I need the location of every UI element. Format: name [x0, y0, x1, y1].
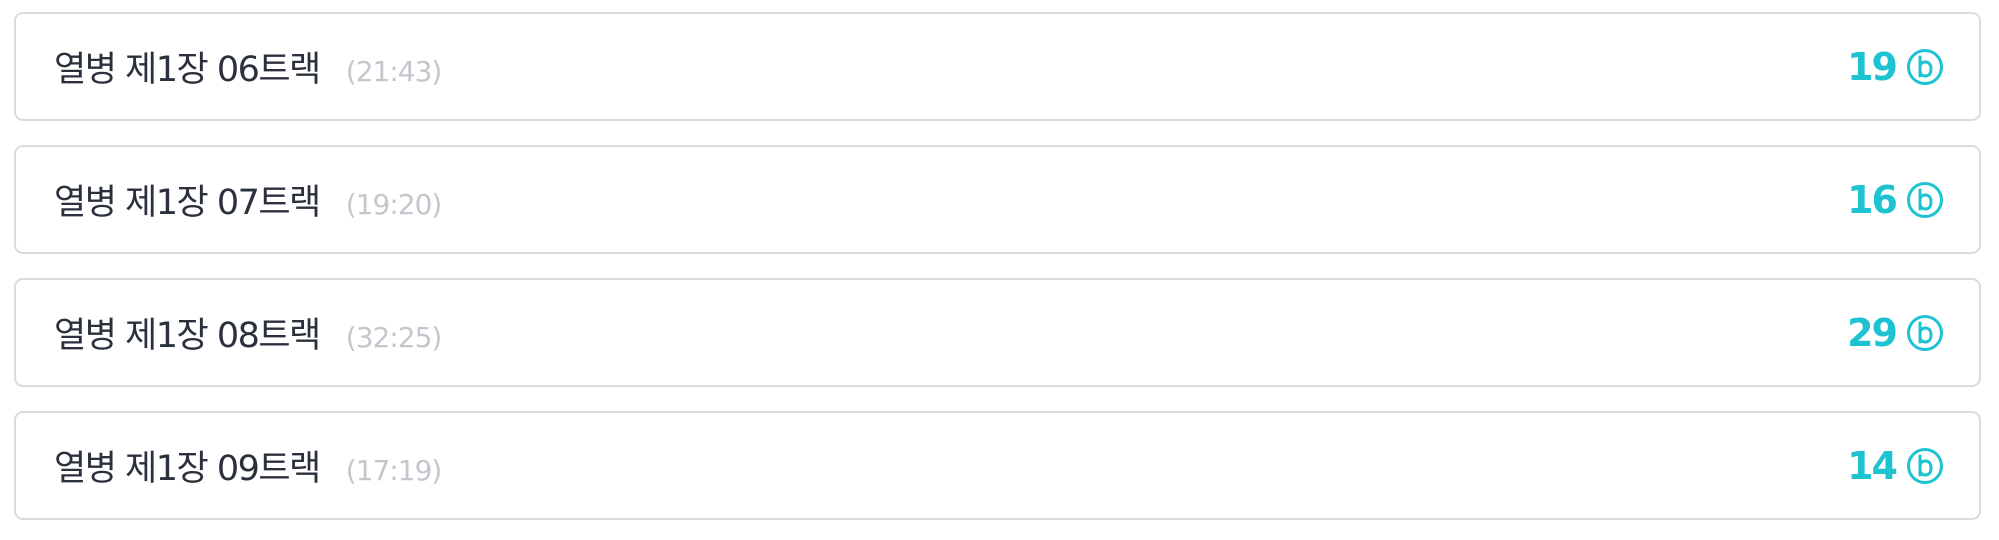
- track-item[interactable]: 열병 제1장 08트랙 (32:25) 29: [14, 278, 1981, 387]
- coin-b-icon: [1907, 48, 1943, 85]
- coin-b-icon: [1907, 447, 1943, 484]
- track-price-group: 29: [1847, 311, 1944, 355]
- track-duration: (32:25): [345, 321, 443, 354]
- track-price: 29: [1847, 310, 1898, 355]
- track-title: 열병 제1장 07트랙: [54, 183, 321, 223]
- track-duration: (19:20): [345, 188, 443, 221]
- track-price: 14: [1847, 443, 1898, 488]
- track-price: 16: [1847, 177, 1898, 222]
- track-item[interactable]: 열병 제1장 09트랙 (17:19) 14: [14, 411, 1981, 520]
- coin-b-icon: [1907, 181, 1943, 218]
- track-price-group: 16: [1847, 178, 1944, 222]
- track-info: 열병 제1장 09트랙 (17:19): [54, 440, 443, 491]
- track-info: 열병 제1장 07트랙 (19:20): [54, 174, 443, 225]
- track-price-group: 14: [1847, 444, 1944, 488]
- track-duration: (21:43): [345, 55, 443, 88]
- track-item[interactable]: 열병 제1장 07트랙 (19:20) 16: [14, 145, 1981, 254]
- track-info: 열병 제1장 08트랙 (32:25): [54, 307, 443, 358]
- track-info: 열병 제1장 06트랙 (21:43): [54, 41, 443, 92]
- coin-b-icon: [1907, 314, 1943, 351]
- track-title: 열병 제1장 06트랙: [54, 50, 321, 90]
- track-price-group: 19: [1847, 45, 1944, 89]
- track-price: 19: [1847, 44, 1898, 89]
- track-item[interactable]: 열병 제1장 06트랙 (21:43) 19: [14, 12, 1981, 121]
- track-duration: (17:19): [345, 454, 443, 487]
- track-list: 열병 제1장 06트랙 (21:43) 19 열병 제1장 07트랙 (19:2…: [0, 0, 1999, 540]
- track-title: 열병 제1장 08트랙: [54, 316, 321, 356]
- track-title: 열병 제1장 09트랙: [54, 449, 321, 489]
